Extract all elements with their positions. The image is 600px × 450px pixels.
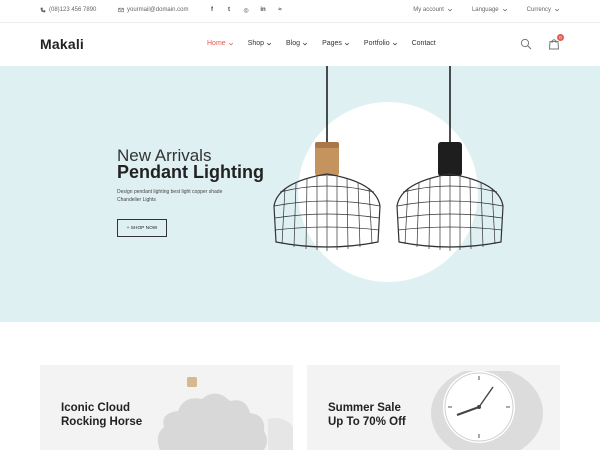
nav-item-label: Portfolio [363, 40, 390, 47]
nav-item-blog[interactable]: Blog [286, 40, 308, 47]
banner-title-line: Iconic Cloud [61, 402, 130, 414]
nav-item-label: Pages [322, 40, 342, 47]
shop-now-button[interactable]: + SHOP NOW [117, 219, 167, 237]
social-links: f t ◎ in ≈ [208, 6, 284, 14]
currency-label: Currency [526, 7, 551, 13]
main-nav: Home Shop Blog Pages Portfolio Contact [207, 40, 436, 47]
chevron-down-icon [228, 42, 233, 45]
nav-item-label: Blog [286, 40, 301, 47]
pendant-lamp-image [396, 66, 504, 251]
banner-title-line: Up To 70% Off [328, 416, 406, 428]
hero-description: Design pendant lighting best light coppe… [117, 189, 223, 203]
mail-icon [118, 7, 124, 13]
search-icon [520, 38, 532, 50]
cart-count-badge: 0 [557, 34, 564, 41]
nav-item-label: Home [207, 40, 226, 47]
nav-item-label: Contact [411, 40, 436, 47]
phone-number: (08)123 456 7890 [49, 7, 97, 13]
instagram-icon[interactable]: ◎ [242, 6, 250, 14]
nav-item-pages[interactable]: Pages [322, 40, 350, 47]
nav-item-label: Shop [247, 40, 265, 47]
top-bar: (08)123 456 7890 yourmail@domain.com f t… [0, 0, 600, 23]
banner-title-line: Summer Sale [328, 402, 401, 414]
currency-dropdown[interactable]: Currency [527, 7, 560, 13]
header-actions: 0 [520, 34, 564, 50]
hero-slider: New Arrivals Pendant Lighting Design pen… [0, 66, 600, 322]
nav-item-shop[interactable]: Shop [248, 40, 272, 47]
cart-button[interactable]: 0 [548, 34, 564, 50]
banner-title: Iconic Cloud Rocking Horse [61, 401, 142, 429]
twitter-icon[interactable]: t [225, 6, 233, 14]
linkedin-icon[interactable]: in [259, 6, 267, 14]
chevron-down-icon [447, 8, 453, 12]
promo-banner-cloud[interactable]: Iconic Cloud Rocking Horse [40, 365, 293, 450]
search-button[interactable] [520, 37, 532, 50]
chevron-down-icon [344, 42, 349, 45]
banner-title-line: Rocking Horse [61, 416, 143, 428]
language-dropdown[interactable]: Language [472, 7, 508, 13]
chevron-down-icon [303, 42, 308, 45]
chevron-down-icon [502, 8, 507, 12]
my-account-label: My account [413, 7, 444, 13]
clock-image [431, 371, 543, 450]
chevron-down-icon [266, 42, 272, 45]
logo-text: Makali [40, 36, 84, 52]
cloud-rocker-image [157, 377, 293, 450]
phone-icon [40, 7, 46, 13]
nav-item-contact[interactable]: Contact [412, 40, 436, 47]
facebook-icon[interactable]: f [208, 6, 216, 14]
my-account-dropdown[interactable]: My account [413, 7, 453, 13]
top-bar-menus: My account Language Currency [413, 7, 560, 13]
banner-title: Summer Sale Up To 70% Off [328, 401, 406, 429]
chevron-down-icon [392, 42, 397, 45]
promo-banner-sale[interactable]: Summer Sale Up To 70% Off [307, 365, 560, 450]
pendant-lamp-image [273, 66, 381, 251]
nav-item-portfolio[interactable]: Portfolio [364, 40, 398, 47]
phone-contact: (08)123 456 7890 [40, 7, 96, 13]
email-contact[interactable]: yourmail@domain.com [118, 7, 188, 13]
language-label: Language [471, 7, 499, 13]
email-address: yourmail@domain.com [127, 7, 189, 13]
nav-item-home[interactable]: Home [207, 40, 234, 47]
main-header: Makali Home Shop Blog Pages Portfolio Co… [0, 23, 600, 66]
chevron-down-icon [554, 8, 560, 12]
hero-title: Pendant Lighting [117, 162, 264, 182]
rss-icon[interactable]: ≈ [276, 6, 284, 14]
site-logo[interactable]: Makali [40, 36, 84, 52]
